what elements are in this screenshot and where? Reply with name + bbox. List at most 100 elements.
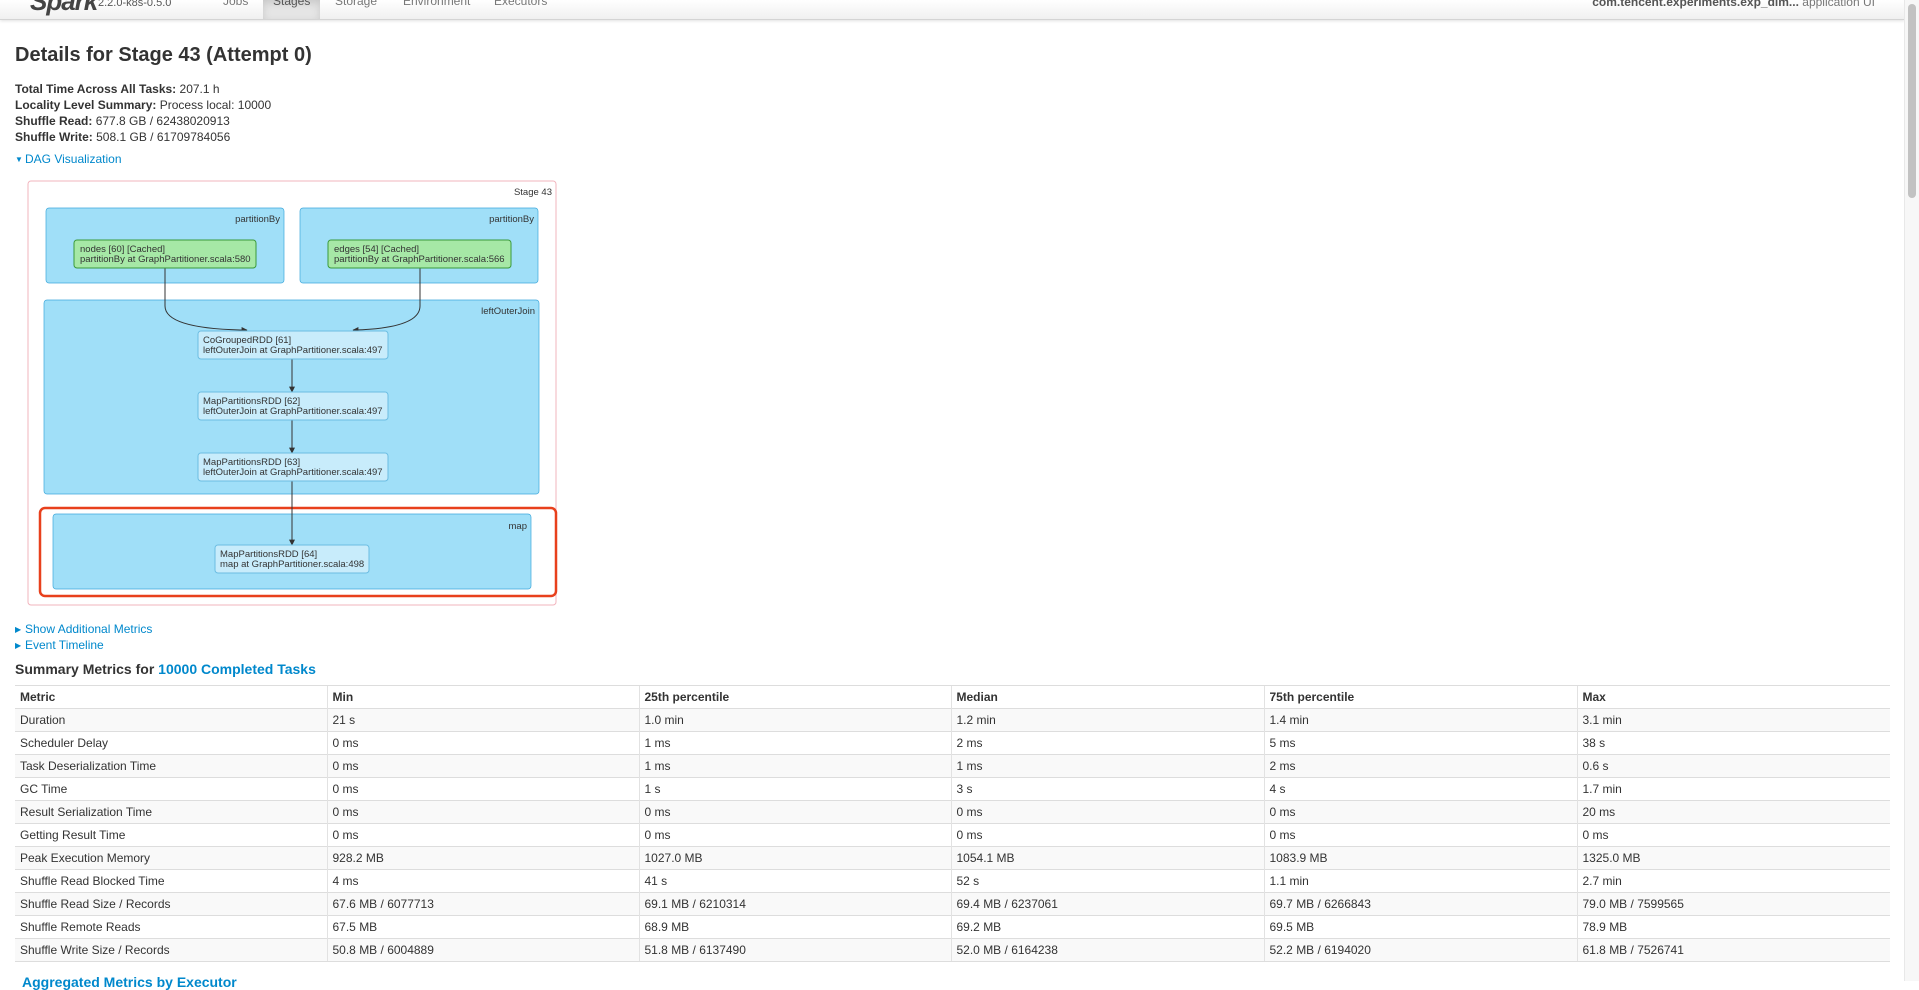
metric-value-cell: 0 ms [326, 777, 639, 801]
column-header[interactable]: Min [326, 685, 639, 709]
metric-value-cell: 1083.9 MB [1263, 846, 1577, 870]
metric-value-cell: 68.9 MB [638, 915, 951, 939]
metric-value-cell: 21 s [326, 708, 639, 732]
rdd-node-mappartitions-63-callsite: leftOuterJoin at GraphPartitioner.scala:… [203, 467, 383, 478]
scrollbar-thumb[interactable] [1908, 4, 1916, 198]
metric-value-cell: 78.9 MB [1576, 915, 1890, 939]
dag-graph: Stage 43 partitionBy partitionBy leftOut… [27, 180, 558, 606]
locality-item: Locality Level Summary: Process local: 1… [15, 97, 271, 113]
completed-tasks-link[interactable]: 10000 Completed Tasks [158, 661, 316, 677]
summary-metrics-heading: Summary Metrics for 10000 Completed Task… [15, 661, 316, 677]
table-row: Duration 21 s 1.0 min 1.2 min 1.4 min 3.1 min [15, 708, 1890, 732]
table-row: Result Serialization Time 0 ms 0 ms 0 ms 0 m… [15, 800, 1890, 824]
metric-value-cell: 1 ms [950, 754, 1264, 778]
metric-name-cell: GC Time [15, 777, 327, 801]
metric-name-cell: Shuffle Write Size / Records [15, 938, 327, 962]
metric-value-cell: 1.0 min [638, 708, 951, 732]
metric-value-cell: 1.4 min [1263, 708, 1577, 732]
metric-value-cell: 1027.0 MB [638, 846, 951, 870]
metric-value-cell: 2.7 min [1576, 869, 1890, 893]
application-name: com.tencent.experiments.exp_dim... appli… [1592, 0, 1875, 9]
locality-value: Process local: 10000 [159, 98, 272, 112]
column-header[interactable]: Metric [15, 685, 327, 709]
metric-value-cell: 69.1 MB / 6210314 [638, 892, 951, 916]
rdd-node-cogrouped-61-callsite: leftOuterJoin at GraphPartitioner.scala:… [203, 345, 383, 356]
metric-name-cell: Peak Execution Memory [15, 846, 327, 870]
metric-value-cell: 0 ms [1263, 823, 1577, 847]
metric-value-cell: 50.8 MB / 6004889 [326, 938, 639, 962]
shuffle-read-item: Shuffle Read: 677.8 GB / 62438020913 [15, 113, 271, 129]
total-time-label: Total Time Across All Tasks: [15, 82, 177, 96]
dag-visualization-toggle[interactable]: ▼ DAG Visualization [15, 152, 122, 166]
column-header[interactable]: 75th percentile [1263, 685, 1577, 709]
shuffle-read-value: 677.8 GB / 62438020913 [95, 114, 230, 128]
metric-value-cell: 2 ms [1263, 754, 1577, 778]
column-header[interactable]: Max [1576, 685, 1890, 709]
locality-label: Locality Level Summary: [15, 98, 157, 112]
metric-value-cell: 1 s [638, 777, 951, 801]
metric-value-cell: 52.0 MB / 6164238 [950, 938, 1264, 962]
tab-executors[interactable]: Executors [484, 0, 557, 19]
metric-name-cell: Duration [15, 708, 327, 732]
metric-name-cell: Result Serialization Time [15, 800, 327, 824]
metric-value-cell: 0 ms [326, 800, 639, 824]
metric-value-cell: 38 s [1576, 731, 1890, 755]
metric-name-cell: Shuffle Remote Reads [15, 915, 327, 939]
table-row: Peak Execution Memory 928.2 MB 1027.0 MB 10… [15, 846, 1890, 870]
metric-value-cell: 0.6 s [1576, 754, 1890, 778]
aggregated-metrics-heading: Aggregated Metrics by Executor [22, 974, 237, 990]
metric-value-cell: 69.5 MB [1263, 915, 1577, 939]
table-row: GC Time 0 ms 1 s3 s4 s 1.7 min [15, 777, 1890, 801]
spark-version: 2.2.0-k8s-0.5.0 [98, 0, 172, 9]
tab-environment[interactable]: Environment [393, 0, 480, 19]
metric-value-cell: 0 ms [1263, 800, 1577, 824]
metric-value-cell: 52.2 MB / 6194020 [1263, 938, 1577, 962]
event-timeline-label: Event Timeline [25, 638, 104, 652]
shuffle-read-label: Shuffle Read: [15, 114, 93, 128]
stage-summary-list: Total Time Across All Tasks: 207.1 h Loc… [15, 81, 271, 145]
metric-value-cell: 79.0 MB / 7599565 [1576, 892, 1890, 916]
summary-metrics-table: Metric Min 25th percentile Median 75th p… [15, 685, 1890, 962]
metric-value-cell: 1.7 min [1576, 777, 1890, 801]
spark-logo[interactable]: Spark [30, 0, 98, 17]
metric-value-cell: 61.8 MB / 7526741 [1576, 938, 1890, 962]
show-additional-metrics-toggle[interactable]: ▶ Show Additional Metrics [15, 622, 152, 636]
metric-value-cell: 52 s [950, 869, 1264, 893]
leftouterjoin-cluster-label: leftOuterJoin [481, 306, 535, 317]
metric-value-cell: 51.8 MB / 6137490 [638, 938, 951, 962]
metric-value-cell: 1 ms [638, 731, 951, 755]
stage-cluster-label: Stage 43 [514, 187, 552, 198]
rdd-node-mappartitions-62-callsite: leftOuterJoin at GraphPartitioner.scala:… [203, 406, 383, 417]
metric-value-cell: 0 ms [326, 731, 639, 755]
metric-value-cell: 2 ms [950, 731, 1264, 755]
vertical-scrollbar[interactable] [1904, 0, 1919, 981]
rdd-node-nodes-60-callsite: partitionBy at GraphPartitioner.scala:58… [80, 254, 251, 265]
partitionby-cluster-left-label: partitionBy [235, 214, 280, 225]
column-header[interactable]: 25th percentile [638, 685, 951, 709]
show-additional-metrics-label: Show Additional Metrics [25, 622, 153, 636]
metric-name-cell: Scheduler Delay [15, 731, 327, 755]
metric-value-cell: 5 ms [1263, 731, 1577, 755]
metric-value-cell: 1325.0 MB [1576, 846, 1890, 870]
tab-stages[interactable]: Stages [263, 0, 321, 19]
metric-value-cell: 0 ms [638, 823, 951, 847]
metric-value-cell: 69.4 MB / 6237061 [950, 892, 1264, 916]
tab-storage[interactable]: Storage [325, 0, 387, 19]
metric-value-cell: 1.1 min [1263, 869, 1577, 893]
column-header[interactable]: Median [950, 685, 1264, 709]
metric-name-cell: Getting Result Time [15, 823, 327, 847]
metric-value-cell: 1.2 min [950, 708, 1264, 732]
table-row: Shuffle Remote Reads 67.5 MB 68.9 MB 69.2 M… [15, 915, 1890, 939]
application-suffix: application UI [1802, 0, 1875, 9]
metric-value-cell: 0 ms [950, 823, 1264, 847]
table-row: Getting Result Time 0 ms 0 ms 0 ms 0 ms 0 ms [15, 823, 1890, 847]
metric-value-cell: 0 ms [950, 800, 1264, 824]
tab-jobs[interactable]: Jobs [213, 0, 258, 19]
event-timeline-toggle[interactable]: ▶ Event Timeline [15, 638, 104, 652]
caret-right-icon: ▶ [15, 625, 22, 634]
table-row: Scheduler Delay 0 ms 1 ms 2 ms 5 ms 38 s [15, 731, 1890, 755]
application-name-value[interactable]: com.tencent.experiments.exp_dim... [1592, 0, 1799, 9]
metric-name-cell: Shuffle Read Blocked Time [15, 869, 327, 893]
metric-value-cell: 67.5 MB [326, 915, 639, 939]
metric-value-cell: 41 s [638, 869, 951, 893]
